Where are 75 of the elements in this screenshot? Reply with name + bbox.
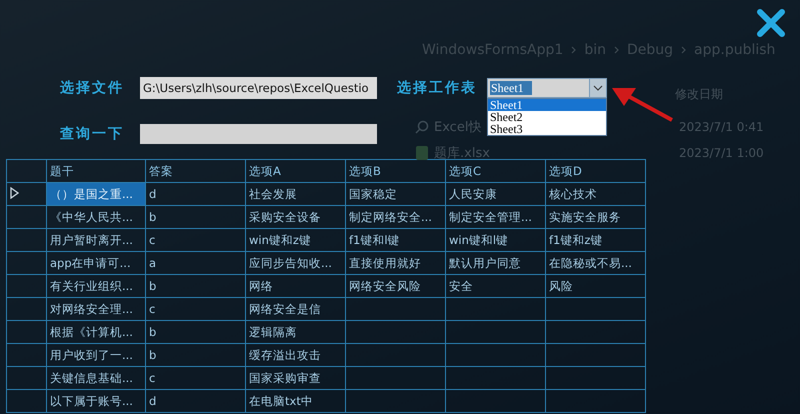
table-cell: 实施安全服务 [546,206,646,228]
sheet-dropdown[interactable]: Sheet1 [487,78,607,98]
table-cell: d [146,182,246,206]
file-path-field[interactable]: G:\Users\zlh\source\repos\ExcelQuestio [140,77,377,99]
table-cell: 网络 [246,274,346,298]
chevron-down-icon [589,79,606,97]
table-cell: 根据《计算机... [46,320,146,344]
table-cell: 以下属于账号... [46,390,146,412]
table-cell: 逻辑隔离 [246,320,346,344]
spreadsheet-icon [415,145,429,161]
table-cell: 国家稳定 [346,182,446,206]
table-cell: 有关行业组织... [46,274,146,298]
chevron-right-icon [571,46,576,54]
date-modified: 2023/7/1 1:00 [679,146,764,160]
column-header[interactable]: 选项B [346,160,446,182]
table-cell: 在隐秘或不易... [546,252,646,274]
table-cell: 核心技术 [546,182,646,206]
table-cell: 用户暂时离开... [46,228,146,252]
column-header[interactable]: 题干 [46,160,146,182]
search-icon [415,120,429,134]
table-cell: b [146,206,246,228]
dropdown-option[interactable]: Sheet3 [488,123,606,135]
field-label: 查询一下 [60,125,125,143]
row-header [6,160,46,182]
table-cell: 网络安全风险 [346,274,446,298]
query-field[interactable] [140,124,377,144]
table-cell: 用户收到了一... [46,344,146,366]
table-cell: d [146,390,246,412]
table-cell: 在电脑txt中 [246,390,346,412]
table-cell: 关键信息基础... [46,366,146,390]
field-label: 选择文件 [60,79,125,97]
table-cell: app在申请可... [46,252,146,274]
field-label: 选择工作表 [397,79,478,97]
table-cell: （）是国之重... [46,182,146,206]
table-cell: b [146,320,246,344]
table-cell: 采购安全设备 [246,206,346,228]
table-cell: 应同步告知收... [246,252,346,274]
table-cell: 缓存溢出攻击 [246,344,346,366]
close-button[interactable] [756,8,786,38]
table-cell: 社会发展 [246,182,346,206]
column-header[interactable]: 选项A [246,160,346,182]
row-header[interactable] [6,182,46,206]
table-cell: a [146,252,246,274]
table-cell: b [146,274,246,298]
table-cell: 制定安全管理... [446,206,546,228]
table-cell: 网络安全是信 [246,298,346,320]
arrow [612,88,673,122]
table-cell: f1键和l键 [346,228,446,252]
table-cell: 国家采购审查 [246,366,346,390]
table-cell: f1键和z键 [546,228,646,252]
table-cell: c [146,228,246,252]
close-icon [756,8,786,38]
table-cell: 人民安康 [446,182,546,206]
table-cell: 制定网络安全... [346,206,446,228]
table-cell: 《中华人民共... [46,206,146,228]
current-row-icon [10,186,19,198]
table-cell: 对网络安全理... [46,298,146,320]
table-cell: 默认用户同意 [446,252,546,274]
table-cell: 风险 [546,274,646,298]
table-cell: 安全 [446,274,546,298]
column-header[interactable]: 选项C [446,160,546,182]
table-cell: win键和z键 [246,228,346,252]
date-modified: 2023/7/1 0:41 [679,120,764,134]
column-header[interactable]: 答案 [146,160,246,182]
table-cell: 直接使用就好 [346,252,446,274]
table-cell: c [146,298,246,320]
table-cell: win键和l键 [446,228,546,252]
chevron-right-icon [681,46,686,54]
column-header: 修改日期 [675,86,723,103]
column-header[interactable]: 选项D [546,160,646,182]
chevron-right-icon [614,46,619,54]
dropdown-option[interactable]: Sheet1 [488,99,606,111]
table-cell: b [146,344,246,366]
dropdown-option[interactable]: Sheet2 [488,111,606,123]
table-cell: c [146,366,246,390]
